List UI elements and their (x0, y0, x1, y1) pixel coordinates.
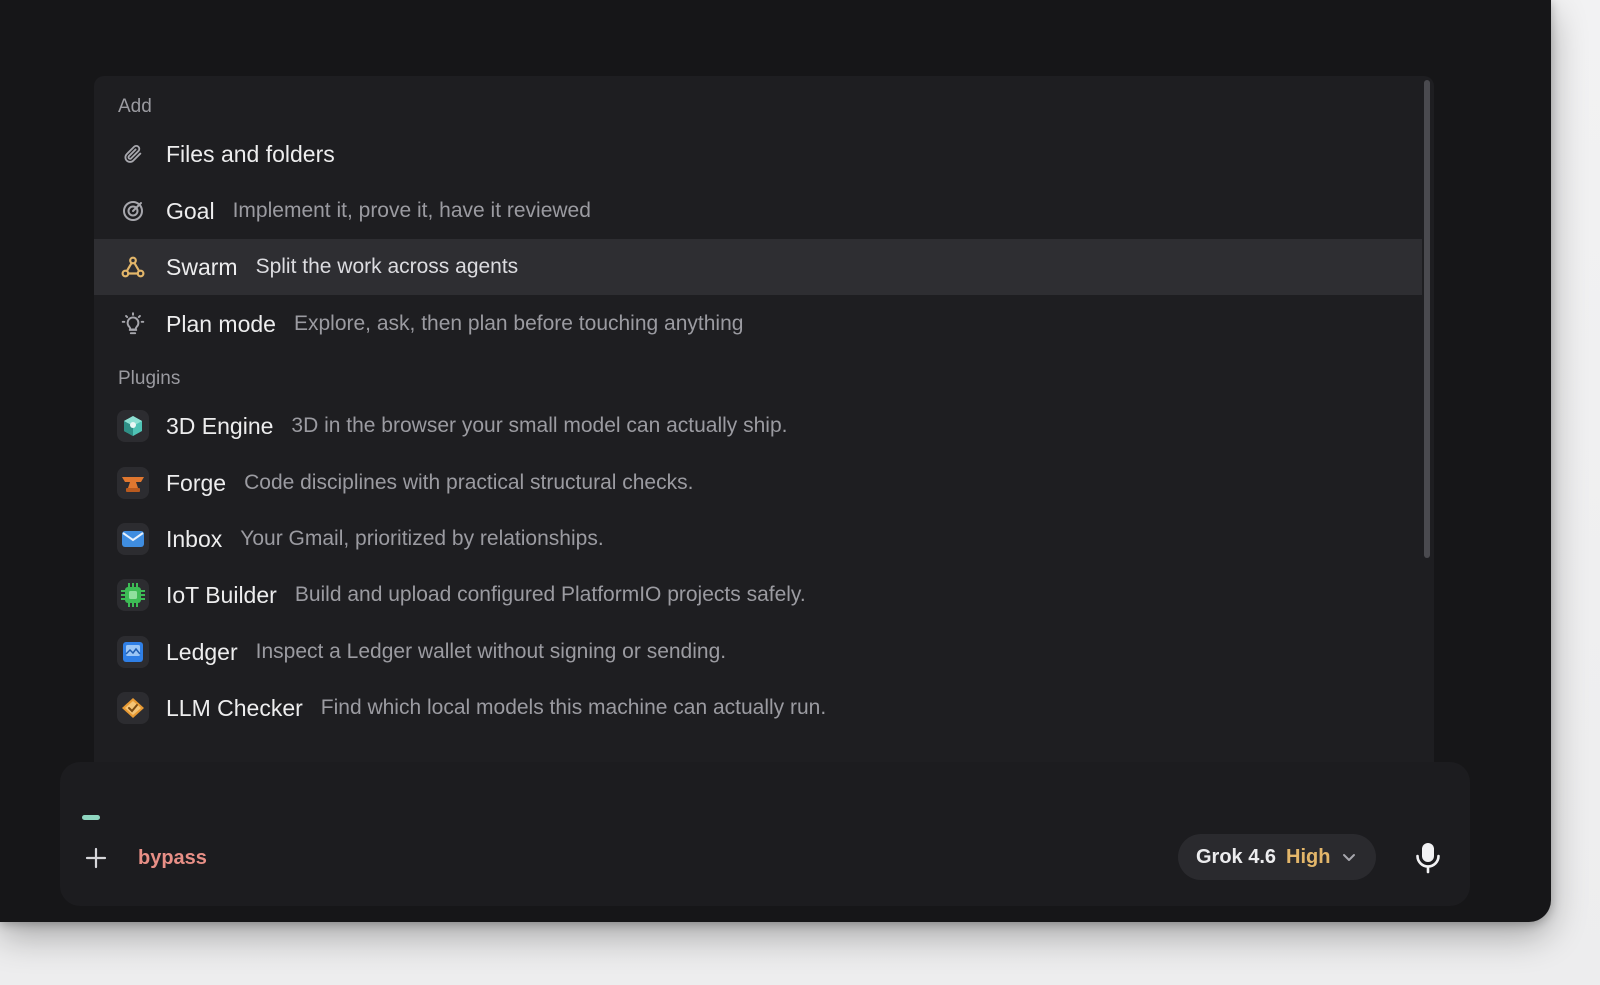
plugin-description: 3D in the browser your small model can a… (291, 414, 788, 437)
permission-mode-label[interactable]: bypass (138, 844, 207, 872)
plugin-item-inbox[interactable]: Inbox Your Gmail, prioritized by relatio… (94, 511, 1422, 567)
network-icon (116, 250, 150, 284)
plugin-item-ledger[interactable]: Ledger Inspect a Ledger wallet without s… (94, 624, 1422, 680)
menu-item-goal[interactable]: Goal Implement it, prove it, have it rev… (94, 183, 1422, 239)
plus-icon (85, 847, 107, 869)
plugin-title: Inbox (166, 525, 223, 552)
plugin-description: Inspect a Ledger wallet without signing … (255, 640, 727, 663)
add-section-label: Add (118, 96, 152, 117)
microphone-button[interactable] (1410, 838, 1446, 878)
menu-item-title: Goal (166, 197, 215, 224)
plugin-icon-wrap (116, 691, 150, 725)
plugin-icon-wrap (116, 522, 150, 556)
menu-item-plan-mode[interactable]: Plan mode Explore, ask, then plan before… (94, 296, 1422, 352)
menu-item-description: Implement it, prove it, have it reviewed (232, 199, 591, 222)
plugin-title: 3D Engine (166, 412, 274, 439)
paperclip-icon (116, 137, 150, 171)
plugin-title: IoT Builder (166, 581, 277, 608)
menu-item-description: Split the work across agents (255, 255, 519, 278)
add-button[interactable] (82, 844, 110, 872)
chip-icon (117, 579, 149, 611)
plugin-icon-wrap (116, 409, 150, 443)
text-cursor (82, 815, 100, 820)
plugin-description: Find which local models this machine can… (320, 696, 827, 719)
menu-scrollbar[interactable] (1424, 80, 1430, 558)
model-selector[interactable]: Grok 4.6 High (1178, 834, 1377, 880)
microphone-icon (1416, 843, 1440, 874)
plugin-item-iot-builder[interactable]: IoT Builder Build and upload configured … (94, 567, 1422, 623)
plugin-icon-wrap (116, 466, 150, 500)
menu-item-description: Explore, ask, then plan before touching … (293, 312, 744, 335)
chevron-down-icon (1342, 852, 1356, 862)
reasoning-effort: High (1286, 845, 1331, 868)
plugin-icon-wrap (116, 635, 150, 669)
plugin-item-3d-engine[interactable]: 3D Engine 3D in the browser your small m… (94, 398, 1422, 454)
plugin-description: Build and upload configured PlatformIO p… (294, 583, 806, 606)
plugin-item-llm-checker[interactable]: LLM Checker Find which local models this… (94, 680, 1422, 736)
menu-item-title: Swarm (166, 253, 238, 280)
checker-icon (117, 692, 149, 724)
cube-icon (117, 410, 149, 442)
plugin-title: Forge (166, 469, 227, 496)
target-icon (116, 194, 150, 228)
wallet-icon (117, 636, 149, 668)
envelope-icon (117, 523, 149, 555)
plugin-description: Code disciplines with practical structur… (244, 471, 694, 494)
plugin-item-forge[interactable]: Forge Code disciplines with practical st… (94, 455, 1422, 511)
plugins-section-label: Plugins (118, 368, 181, 389)
app-window: Add Files and folders Goal Implement it,… (0, 0, 1551, 922)
menu-item-title: Plan mode (166, 310, 276, 337)
model-name: Grok 4.6 (1196, 845, 1277, 868)
menu-item-files-and-folders[interactable]: Files and folders (94, 126, 1422, 182)
menu-item-swarm[interactable]: Swarm Split the work across agents (94, 239, 1422, 295)
lightbulb-icon (116, 307, 150, 341)
plugin-icon-wrap (116, 578, 150, 612)
anvil-icon (117, 467, 149, 499)
plugin-title: LLM Checker (166, 694, 303, 721)
message-composer[interactable]: bypass Grok 4.6 High (60, 762, 1470, 906)
menu-item-title: Files and folders (166, 140, 335, 167)
add-menu-popover: Add Files and folders Goal Implement it,… (94, 76, 1434, 776)
plugin-description: Your Gmail, prioritized by relationships… (240, 527, 604, 550)
plugin-title: Ledger (166, 638, 238, 665)
